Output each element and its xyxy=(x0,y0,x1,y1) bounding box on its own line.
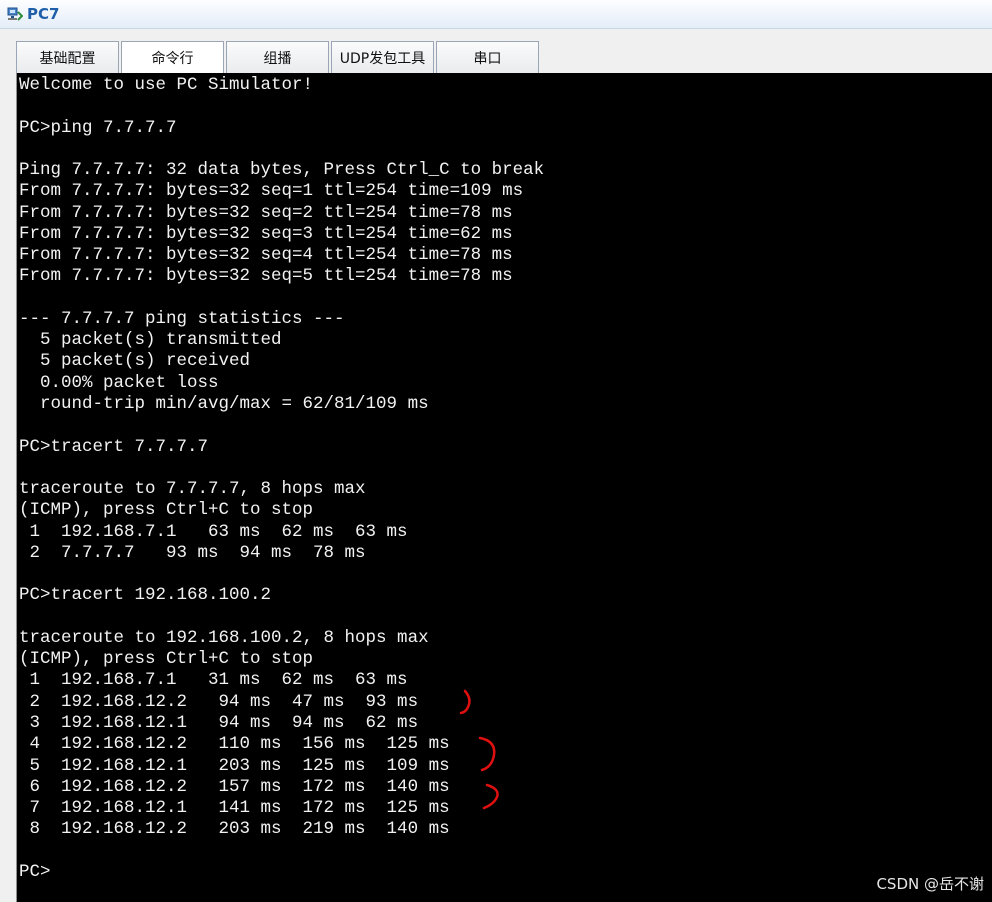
terminal-line: Ping 7.7.7.7: 32 data bytes, Press Ctrl_… xyxy=(19,160,545,181)
app-icon xyxy=(7,7,23,21)
terminal-line: 3 192.168.12.1 94 ms 94 ms 62 ms xyxy=(19,712,419,733)
terminal-line: 5 192.168.12.1 203 ms 125 ms 109 ms xyxy=(19,755,450,776)
terminal-line: Welcome to use PC Simulator! xyxy=(19,75,314,95)
terminal-line: PC> xyxy=(19,861,51,882)
terminal-line: (ICMP), press Ctrl+C to stop xyxy=(19,500,314,521)
terminal-line: From 7.7.7.7: bytes=32 seq=3 ttl=254 tim… xyxy=(19,223,513,244)
tab-serial-port[interactable]: 串口 xyxy=(436,41,539,73)
tab-command-line[interactable]: 命令行 xyxy=(121,41,224,73)
terminal-line: round-trip min/avg/max = 62/81/109 ms xyxy=(19,393,429,414)
terminal-line: PC>tracert 192.168.100.2 xyxy=(19,585,272,606)
terminal-line: 5 packet(s) received xyxy=(19,351,251,372)
terminal-line: 2 192.168.12.2 94 ms 47 ms 93 ms xyxy=(19,691,419,712)
terminal-line: PC>tracert 7.7.7.7 xyxy=(19,436,209,457)
window-titlebar[interactable]: PC7 xyxy=(0,0,992,29)
terminal-line: traceroute to 192.168.100.2, 8 hops max xyxy=(19,627,429,648)
terminal-line: From 7.7.7.7: bytes=32 seq=1 ttl=254 tim… xyxy=(19,181,524,202)
terminal-line: PC>ping 7.7.7.7 xyxy=(19,117,177,138)
terminal-line: (ICMP), press Ctrl+C to stop xyxy=(19,649,314,670)
terminal-line: 7 192.168.12.1 141 ms 172 ms 125 ms xyxy=(19,798,450,819)
terminal-line: 6 192.168.12.2 157 ms 172 ms 140 ms xyxy=(19,776,450,797)
terminal-line: 5 packet(s) transmitted xyxy=(19,330,282,351)
terminal-line: From 7.7.7.7: bytes=32 seq=4 ttl=254 tim… xyxy=(19,245,513,266)
tab-udp-tool[interactable]: UDP发包工具 xyxy=(331,41,434,73)
watermark: CSDN @岳不谢 xyxy=(876,875,984,893)
terminal-line: 4 192.168.12.2 110 ms 156 ms 125 ms xyxy=(19,734,450,755)
terminal-line: --- 7.7.7.7 ping statistics --- xyxy=(19,308,345,329)
tab-bar: 基础配置 命令行 组播 UDP发包工具 串口 xyxy=(16,41,541,73)
terminal-line: From 7.7.7.7: bytes=32 seq=2 ttl=254 tim… xyxy=(19,202,513,223)
tab-multicast[interactable]: 组播 xyxy=(226,41,329,73)
terminal-line: 1 192.168.7.1 63 ms 62 ms 63 ms xyxy=(19,521,408,542)
terminal-line: 8 192.168.12.2 203 ms 219 ms 140 ms xyxy=(19,819,450,840)
window-title: PC7 xyxy=(27,5,60,23)
command-terminal[interactable]: Welcome to use PC Simulator! PC>ping 7.7.… xyxy=(16,73,992,902)
terminal-line: 1 192.168.7.1 31 ms 62 ms 63 ms xyxy=(19,670,408,691)
terminal-line: 0.00% packet loss xyxy=(19,372,219,393)
tab-basic-config[interactable]: 基础配置 xyxy=(16,41,119,73)
terminal-output: Welcome to use PC Simulator! PC>ping 7.7.… xyxy=(19,75,544,883)
terminal-line: From 7.7.7.7: bytes=32 seq=5 ttl=254 tim… xyxy=(19,266,513,287)
terminal-line: 2 7.7.7.7 93 ms 94 ms 78 ms xyxy=(19,542,366,563)
terminal-line: traceroute to 7.7.7.7, 8 hops max xyxy=(19,479,366,500)
